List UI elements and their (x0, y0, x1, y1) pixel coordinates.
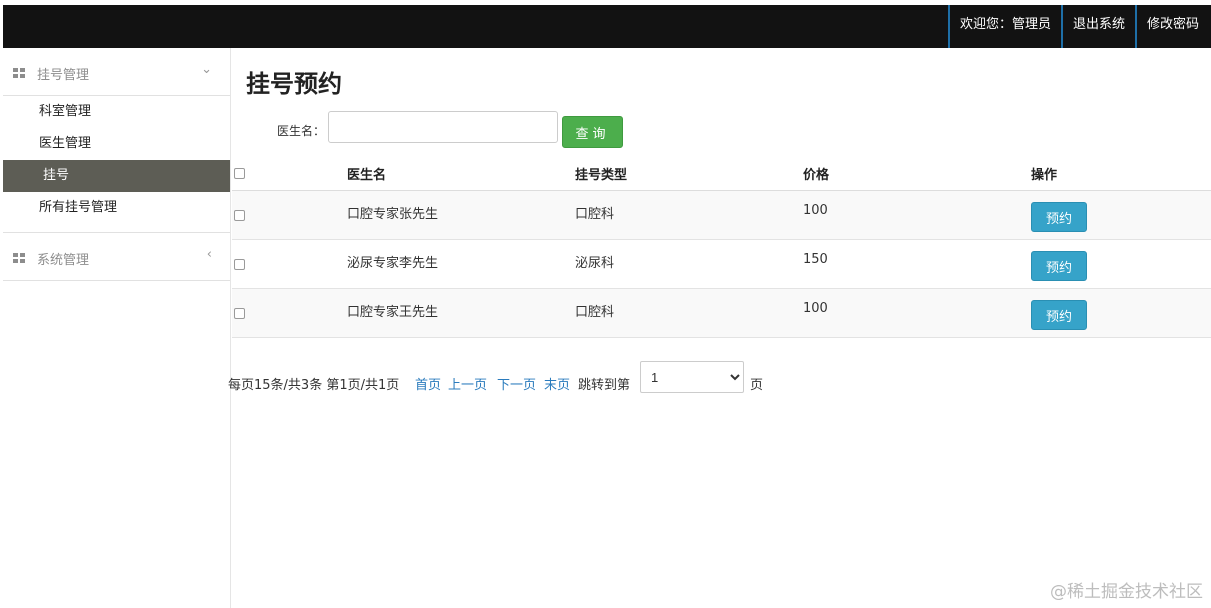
watermark: @稀土掘金技术社区 (1050, 582, 1203, 602)
price-cell: 100 (803, 301, 828, 316)
chevron-down-icon: ⌄ (201, 62, 212, 77)
change-password-link[interactable]: 修改密码 (1134, 5, 1209, 48)
sidebar-group-label: 挂号管理 (37, 68, 90, 83)
table-header: 医生名 挂号类型 价格 操作 (232, 154, 1211, 191)
column-header-doctor: 医生名 (347, 168, 387, 183)
sidebar-group-system[interactable]: 系统管理 ‹ (3, 233, 230, 281)
table-row: 泌尿专家李先生 泌尿科 150 预约 (232, 240, 1211, 289)
sidebar: 挂号管理 ⌄ 科室管理 医生管理 挂号 所有挂号管理 系统管理 ‹ (3, 48, 231, 608)
first-page-link[interactable]: 首页 (415, 374, 441, 393)
logout-link[interactable]: 退出系统 (1060, 5, 1135, 48)
doctor-name-search-input[interactable] (328, 111, 558, 143)
grid-icon (13, 253, 25, 263)
pagination-summary: 每页15条/共3条 第1页/共1页 (228, 378, 400, 393)
price-cell: 150 (803, 252, 828, 267)
search-button[interactable]: 查询 (562, 116, 623, 148)
select-all-checkbox[interactable] (234, 168, 245, 179)
row-checkbox[interactable] (234, 308, 245, 319)
sidebar-item-doctor[interactable]: 医生管理 (3, 128, 230, 160)
book-button[interactable]: 预约 (1031, 300, 1087, 330)
sidebar-item-department[interactable]: 科室管理 (3, 96, 230, 128)
page-suffix: 页 (750, 378, 764, 393)
sidebar-submenu: 科室管理 医生管理 挂号 所有挂号管理 (3, 96, 230, 233)
doctor-name-cell: 泌尿专家李先生 (347, 256, 439, 271)
book-button[interactable]: 预约 (1031, 202, 1087, 232)
column-header-price: 价格 (803, 168, 830, 183)
column-header-type: 挂号类型 (575, 168, 628, 183)
jump-to-label: 跳转到第 (578, 378, 631, 393)
registration-type-cell: 口腔科 (575, 305, 615, 320)
page-title: 挂号预约 (246, 70, 342, 98)
table-row: 口腔专家王先生 口腔科 100 预约 (232, 289, 1211, 338)
price-cell: 100 (803, 203, 828, 218)
registration-type-cell: 口腔科 (575, 207, 615, 222)
doctor-name-cell: 口腔专家王先生 (347, 305, 439, 320)
prev-page-link[interactable]: 上一页 (448, 374, 487, 393)
sidebar-item-register[interactable]: 挂号 (3, 160, 230, 192)
main-content: 挂号预约 医生名： 查询 医生名 挂号类型 价格 操作 口腔专家张先生 口腔科 … (228, 48, 1211, 608)
welcome-admin-link[interactable]: 欢迎您：管理员 (947, 5, 1061, 48)
sidebar-group-registration[interactable]: 挂号管理 ⌄ (3, 48, 230, 96)
page-select[interactable]: 1 (640, 361, 744, 393)
chevron-left-icon: ‹ (206, 247, 212, 262)
next-page-link[interactable]: 下一页 (497, 374, 536, 393)
row-checkbox[interactable] (234, 210, 245, 221)
top-nav-links: 欢迎您：管理员 退出系统 修改密码 (947, 5, 1209, 48)
sidebar-group-label: 系统管理 (37, 253, 90, 268)
registration-type-cell: 泌尿科 (575, 256, 615, 271)
top-navbar: 欢迎您：管理员 退出系统 修改密码 (3, 5, 1211, 48)
registration-table: 医生名 挂号类型 价格 操作 口腔专家张先生 口腔科 100 预约 泌尿专家李先… (232, 154, 1211, 338)
column-header-action: 操作 (1031, 168, 1058, 183)
sidebar-item-all-registrations[interactable]: 所有挂号管理 (3, 192, 230, 224)
search-label: 医生名： (277, 124, 326, 138)
grid-icon (13, 68, 25, 78)
table-row: 口腔专家张先生 口腔科 100 预约 (232, 191, 1211, 240)
row-checkbox[interactable] (234, 259, 245, 270)
last-page-link[interactable]: 末页 (544, 374, 570, 393)
book-button[interactable]: 预约 (1031, 251, 1087, 281)
doctor-name-cell: 口腔专家张先生 (347, 207, 439, 222)
